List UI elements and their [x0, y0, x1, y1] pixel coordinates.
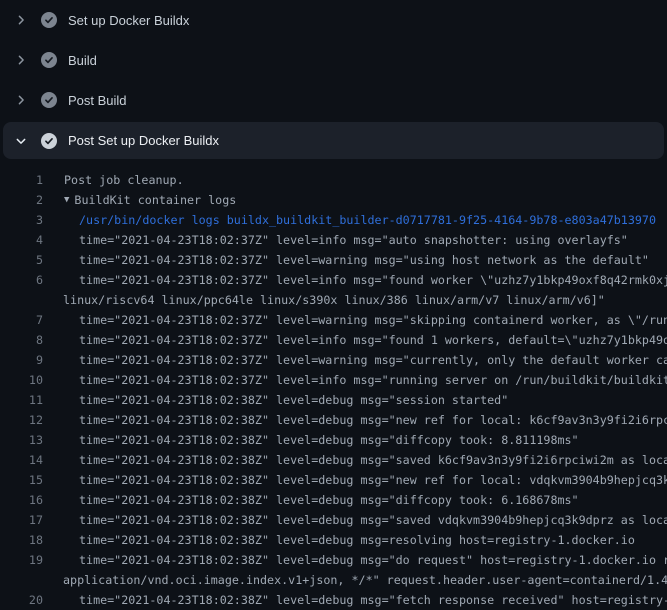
log-line: 13time="2021-04-23T18:02:38Z" level=debu…	[0, 430, 667, 450]
log-text: Post job cleanup.	[43, 170, 184, 190]
step-row-0[interactable]: Set up Docker Buildx	[0, 0, 667, 40]
log-line: 14time="2021-04-23T18:02:38Z" level=debu…	[0, 450, 667, 470]
log-line: linux/riscv64 linux/ppc64le linux/s390x …	[0, 290, 667, 310]
log-text: time="2021-04-23T18:02:38Z" level=debug …	[43, 510, 667, 530]
line-number[interactable]: 12	[0, 410, 43, 430]
line-number[interactable]: 13	[0, 430, 43, 450]
log-line: 11time="2021-04-23T18:02:38Z" level=debu…	[0, 390, 667, 410]
line-number[interactable]: 1	[0, 170, 43, 190]
log-line: 9time="2021-04-23T18:02:37Z" level=warni…	[0, 350, 667, 370]
line-number[interactable]: 16	[0, 490, 43, 510]
log-text: time="2021-04-23T18:02:37Z" level=info m…	[43, 230, 628, 250]
line-number[interactable]: 14	[0, 450, 43, 470]
log-text: time="2021-04-23T18:02:37Z" level=info m…	[43, 270, 667, 290]
log-area: 1Post job cleanup.2▼BuildKit container l…	[0, 160, 667, 610]
log-text: time="2021-04-23T18:02:37Z" level=info m…	[43, 330, 667, 350]
log-line: 4time="2021-04-23T18:02:37Z" level=info …	[0, 230, 667, 250]
log-line: 7time="2021-04-23T18:02:37Z" level=warni…	[0, 310, 667, 330]
chevron-down-icon	[13, 134, 29, 148]
log-text: time="2021-04-23T18:02:38Z" level=debug …	[43, 490, 579, 510]
step-label: Build	[68, 53, 97, 68]
log-line: 5time="2021-04-23T18:02:37Z" level=warni…	[0, 250, 667, 270]
line-number[interactable]: 5	[0, 250, 43, 270]
log-text: time="2021-04-23T18:02:37Z" level=warnin…	[43, 250, 649, 270]
line-number[interactable]: 15	[0, 470, 43, 490]
log-text: time="2021-04-23T18:02:38Z" level=debug …	[43, 410, 667, 430]
log-text: time="2021-04-23T18:02:37Z" level=warnin…	[43, 310, 667, 330]
log-line: 1Post job cleanup.	[0, 170, 667, 190]
line-number[interactable]: 11	[0, 390, 43, 410]
line-number[interactable]: 2	[0, 190, 43, 210]
log-line: 3/usr/bin/docker logs buildx_buildkit_bu…	[0, 210, 667, 230]
step-label: Post Set up Docker Buildx	[68, 133, 219, 148]
step-label: Post Build	[68, 93, 127, 108]
steps-list: Set up Docker Buildx Build Post Build Post …	[0, 0, 667, 159]
line-number[interactable]: 3	[0, 210, 43, 230]
line-number[interactable]: 10	[0, 370, 43, 390]
line-number[interactable]: 20	[0, 590, 43, 610]
log-text: time="2021-04-23T18:02:38Z" level=debug …	[43, 390, 508, 410]
log-text: time="2021-04-23T18:02:38Z" level=debug …	[43, 530, 635, 550]
log-text: time="2021-04-23T18:02:38Z" level=debug …	[43, 470, 667, 490]
step-label: Set up Docker Buildx	[68, 13, 189, 28]
log-text: time="2021-04-23T18:02:37Z" level=info m…	[43, 370, 667, 390]
group-toggle-icon[interactable]: ▼	[43, 190, 69, 210]
step-row-1[interactable]: Build	[0, 40, 667, 80]
chevron-right-icon	[13, 93, 29, 107]
log-text: time="2021-04-23T18:02:38Z" level=debug …	[43, 590, 667, 610]
check-circle-icon	[41, 92, 57, 108]
line-number[interactable]: 19	[0, 550, 43, 570]
log-line: 12time="2021-04-23T18:02:38Z" level=debu…	[0, 410, 667, 430]
line-number[interactable]: 6	[0, 270, 43, 290]
step-row-2[interactable]: Post Build	[0, 80, 667, 120]
line-number[interactable]: 4	[0, 230, 43, 250]
chevron-right-icon	[13, 13, 29, 27]
log-line: 16time="2021-04-23T18:02:38Z" level=debu…	[0, 490, 667, 510]
check-circle-icon	[41, 52, 57, 68]
command-text: /usr/bin/docker logs buildx_buildkit_bui…	[43, 210, 656, 230]
line-number[interactable]: 8	[0, 330, 43, 350]
log-text: time="2021-04-23T18:02:38Z" level=debug …	[43, 430, 579, 450]
check-circle-icon	[41, 12, 57, 28]
check-circle-icon	[41, 133, 57, 149]
log-text: time="2021-04-23T18:02:38Z" level=debug …	[43, 450, 667, 470]
line-number[interactable]: 18	[0, 530, 43, 550]
log-line: 2▼BuildKit container logs	[0, 190, 667, 210]
log-line: 15time="2021-04-23T18:02:38Z" level=debu…	[0, 470, 667, 490]
log-text: time="2021-04-23T18:02:37Z" level=warnin…	[43, 350, 667, 370]
log-line: 10time="2021-04-23T18:02:37Z" level=info…	[0, 370, 667, 390]
log-text: time="2021-04-23T18:02:38Z" level=debug …	[43, 550, 667, 570]
line-number[interactable]: 9	[0, 350, 43, 370]
line-number[interactable]: 7	[0, 310, 43, 330]
log-text: application/vnd.oci.image.index.v1+json,…	[43, 570, 667, 590]
log-group-title: BuildKit container logs	[74, 190, 236, 210]
log-line: 8time="2021-04-23T18:02:37Z" level=info …	[0, 330, 667, 350]
log-line: 20time="2021-04-23T18:02:38Z" level=debu…	[0, 590, 667, 610]
log-line: application/vnd.oci.image.index.v1+json,…	[0, 570, 667, 590]
step-row-3[interactable]: Post Set up Docker Buildx	[3, 122, 664, 159]
log-line: 17time="2021-04-23T18:02:38Z" level=debu…	[0, 510, 667, 530]
log-line: 6time="2021-04-23T18:02:37Z" level=info …	[0, 270, 667, 290]
log-text: linux/riscv64 linux/ppc64le linux/s390x …	[43, 290, 605, 310]
line-number[interactable]: 17	[0, 510, 43, 530]
log-line: 18time="2021-04-23T18:02:38Z" level=debu…	[0, 530, 667, 550]
chevron-right-icon	[13, 53, 29, 67]
log-line: 19time="2021-04-23T18:02:38Z" level=debu…	[0, 550, 667, 570]
